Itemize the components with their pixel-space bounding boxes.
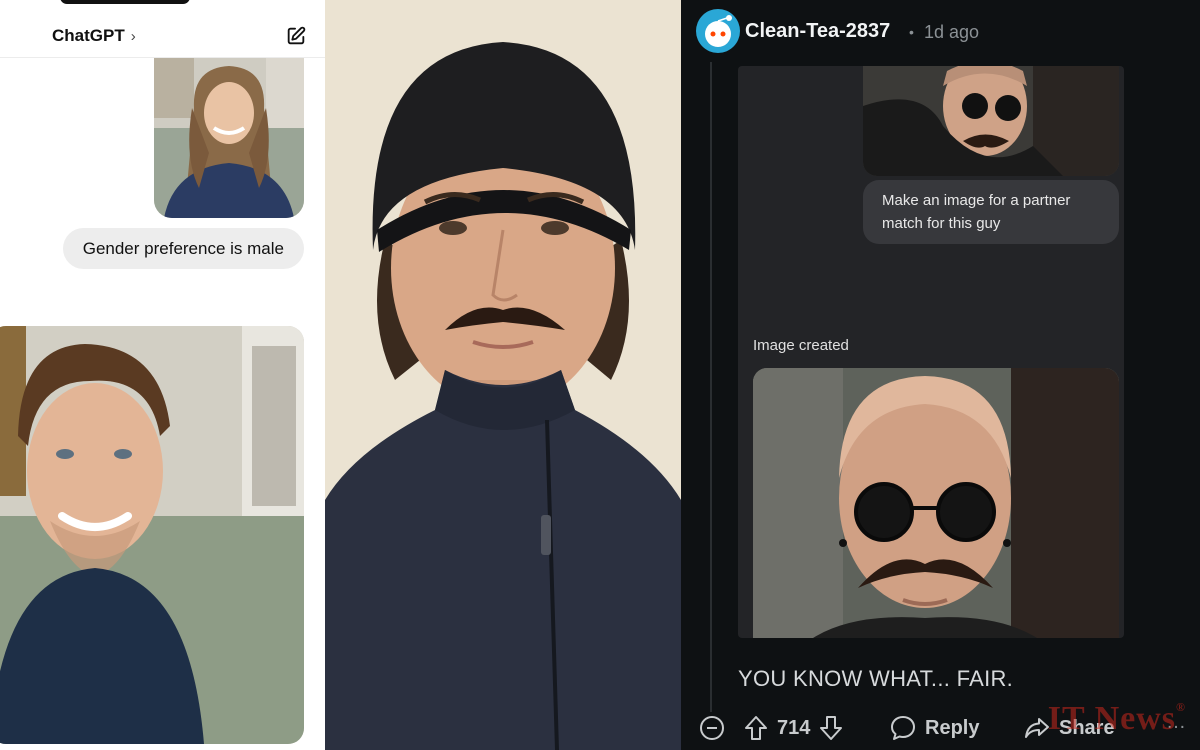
image-created-label: Image created (753, 337, 849, 354)
beanie-person-photo (325, 0, 681, 750)
chatgpt-header: ChatGPT › (0, 14, 325, 58)
watermark-text: IT News (1047, 700, 1177, 737)
middle-photo-panel (325, 0, 681, 750)
uploaded-photo-woman[interactable] (154, 58, 304, 218)
username-link[interactable]: Clean-Tea-2837 (745, 20, 890, 43)
downvote-arrow-icon[interactable] (818, 714, 844, 742)
thread-line[interactable] (710, 62, 712, 712)
embedded-generated-photo (753, 368, 1119, 638)
compose-icon[interactable] (285, 25, 307, 47)
collapse-button[interactable] (699, 711, 725, 745)
reply-button[interactable]: Reply (889, 711, 979, 745)
user-message-bubble: Gender preference is male (62, 228, 304, 269)
chatgpt-title-button[interactable]: ChatGPT › (52, 26, 136, 46)
woman-photo-illustration (154, 58, 304, 218)
man-photo-illustration (0, 326, 304, 744)
collapse-minus-icon (700, 716, 724, 740)
reddit-panel: Clean-Tea-2837 • 1d ago Make an image fo… (681, 0, 1200, 750)
chevron-right-icon: › (130, 27, 136, 45)
generated-photo-man[interactable] (0, 326, 304, 744)
embedded-user-photo (863, 66, 1119, 176)
separator-dot: • (909, 24, 914, 40)
it-news-watermark: IT News® (1048, 700, 1186, 738)
reply-bubble-icon (891, 716, 915, 740)
comment-text: YOU KNOW WHAT... FAIR. (738, 666, 1014, 691)
vote-count: 714 (777, 716, 811, 739)
registered-mark: ® (1176, 700, 1186, 714)
snoo-avatar-icon[interactable] (695, 8, 741, 54)
reply-label: Reply (925, 716, 980, 739)
embedded-chat-screenshot[interactable]: Make an image for a partner match for th… (738, 66, 1124, 638)
sunglasses-man-photo (863, 66, 1119, 176)
share-arrow-icon (1025, 718, 1049, 738)
post-timestamp: 1d ago (924, 22, 980, 42)
upvote-arrow-icon[interactable] (743, 714, 769, 742)
bald-person-photo (753, 368, 1119, 638)
vote-group: 714 (743, 711, 844, 745)
chatgpt-title: ChatGPT (52, 26, 125, 45)
status-pill (60, 0, 190, 4)
chatgpt-panel: ChatGPT › Gender preference is male (0, 0, 325, 750)
embedded-user-message: Make an image for a partner match for th… (863, 180, 1119, 244)
user-message-text: Gender preference is male (82, 238, 284, 258)
